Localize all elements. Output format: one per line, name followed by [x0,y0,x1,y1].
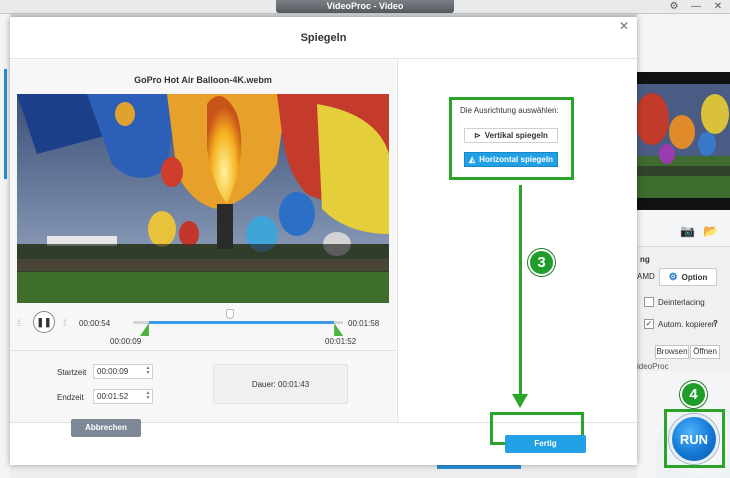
app-title: VideoProc - Video [276,0,454,13]
orientation-label: Die Ausrichtung auswählen: [460,106,559,115]
preview-panel [637,72,730,210]
trim-end-time: 00:01:52 [325,337,357,346]
open-button[interactable]: Öffnen [690,345,720,359]
flip-vertical-icon: ⊳ [474,131,481,140]
minimize-icon[interactable]: — [690,1,702,13]
step-4-badge: 4 [680,381,707,408]
vertical-mirror-label: Vertikal spiegeln [484,131,548,140]
close-icon[interactable]: ✕ [619,19,629,33]
bottom-selected-tab [437,465,521,469]
start-time-input[interactable]: 00:00:09 ▲ ▼ [93,364,153,379]
total-time: 00:01:58 [348,319,380,328]
video-preview [17,94,389,303]
start-time-value: 00:00:09 [97,367,129,376]
trim-range-fill [148,321,335,324]
guide-arrow-line [519,185,522,401]
mirror-dialog: Spiegeln ✕ GoPro Hot Air Balloon-4K.webm [10,17,637,465]
auto-copy-checkbox[interactable]: ✓ [644,319,654,329]
window-controls: ⚙ — ✕ [668,1,724,13]
end-time-stepper[interactable]: ▲ ▼ [145,391,151,402]
dialog-title: Spiegeln [10,17,637,59]
left-grip-icon: ⁞⁞ [17,318,21,328]
option-label: Option [681,272,708,282]
start-time-stepper[interactable]: ▲ ▼ [145,366,151,377]
right-grip-icon: ⁞⁞ [63,318,67,328]
pause-button[interactable]: ❚❚ [33,311,55,333]
selected-strip [4,69,7,179]
app-titlebar: VideoProc - Video ⚙ — ✕ [0,0,730,14]
settings-icon[interactable]: ⚙ [668,1,680,13]
horizontal-mirror-label: Horizontal spiegeln [479,155,553,164]
playhead-handle[interactable] [225,309,234,319]
amd-label: AMD [637,272,655,281]
preview-thumbnail [637,84,730,198]
preview-tools: 📷 📂 [680,224,718,238]
deinterlacing-label: Deinterlacing [658,298,705,307]
output-folder-label: ideoProc [637,362,669,371]
option-button[interactable]: ⚙ Option [659,268,717,286]
horizontal-mirror-button[interactable]: ◭ Horizontal spiegeln [464,152,558,167]
trim-divider [10,350,396,351]
hw-label: ng [640,255,650,264]
end-time-value: 00:01:52 [97,392,129,401]
step-3-badge: 3 [528,249,555,276]
guide-arrow-head [512,394,528,408]
cancel-button[interactable]: Abbrechen [71,419,141,437]
deinterlacing-checkbox[interactable] [644,297,654,307]
help-icon[interactable]: ? [713,319,718,328]
vertical-mirror-button[interactable]: ⊳ Vertikal spiegeln [464,128,558,143]
current-time: 00:00:54 [79,319,111,328]
folder-icon[interactable]: 📂 [703,224,718,238]
flip-horizontal-icon: ◭ [469,155,476,164]
done-button[interactable]: Fertig [505,435,586,453]
camera-icon[interactable]: 📷 [680,224,695,238]
trim-start-time: 00:00:09 [110,337,142,346]
auto-copy-label: Autom. kopieren [658,320,717,329]
end-time-label: Endzeit [57,393,84,402]
duration-display: Dauer: 00:01:43 [213,364,348,404]
run-highlight-frame [664,409,725,468]
end-time-input[interactable]: 00:01:52 ▲ ▼ [93,389,153,404]
gear-icon: ⚙ [668,271,678,283]
close-window-icon[interactable]: ✕ [712,1,724,13]
browse-button[interactable]: Browsen [655,345,689,359]
app-left-strip [0,14,10,478]
start-time-label: Startzeit [57,368,87,377]
video-filename: GoPro Hot Air Balloon-4K.webm [134,75,272,85]
